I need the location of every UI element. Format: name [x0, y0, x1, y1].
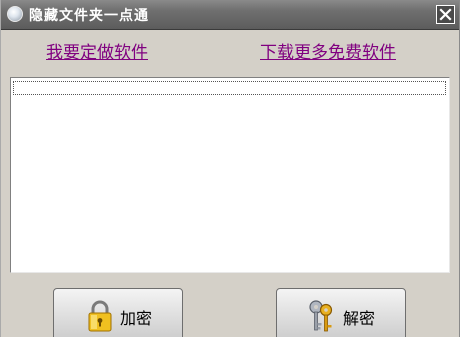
keys-icon [309, 300, 333, 332]
app-globe-icon [7, 6, 23, 22]
encrypt-button[interactable]: 加密 [53, 288, 183, 337]
title-bar[interactable]: 隐藏文件夹一点通 [1, 0, 459, 30]
custom-software-link[interactable]: 我要定做软件 [46, 38, 148, 63]
main-window: 隐藏文件夹一点通 我要定做软件 下载更多免费软件 加密 解密 [0, 0, 460, 337]
padlock-icon [88, 300, 112, 332]
decrypt-button[interactable]: 解密 [276, 288, 406, 337]
close-icon [439, 8, 452, 21]
decrypt-button-label: 解密 [343, 309, 376, 328]
folder-list[interactable] [10, 77, 450, 273]
window-title: 隐藏文件夹一点通 [29, 8, 149, 24]
download-more-software-link[interactable]: 下载更多免费软件 [260, 38, 396, 63]
encrypt-button-label: 加密 [120, 309, 153, 328]
close-button[interactable] [436, 5, 455, 24]
list-item[interactable] [13, 81, 446, 95]
